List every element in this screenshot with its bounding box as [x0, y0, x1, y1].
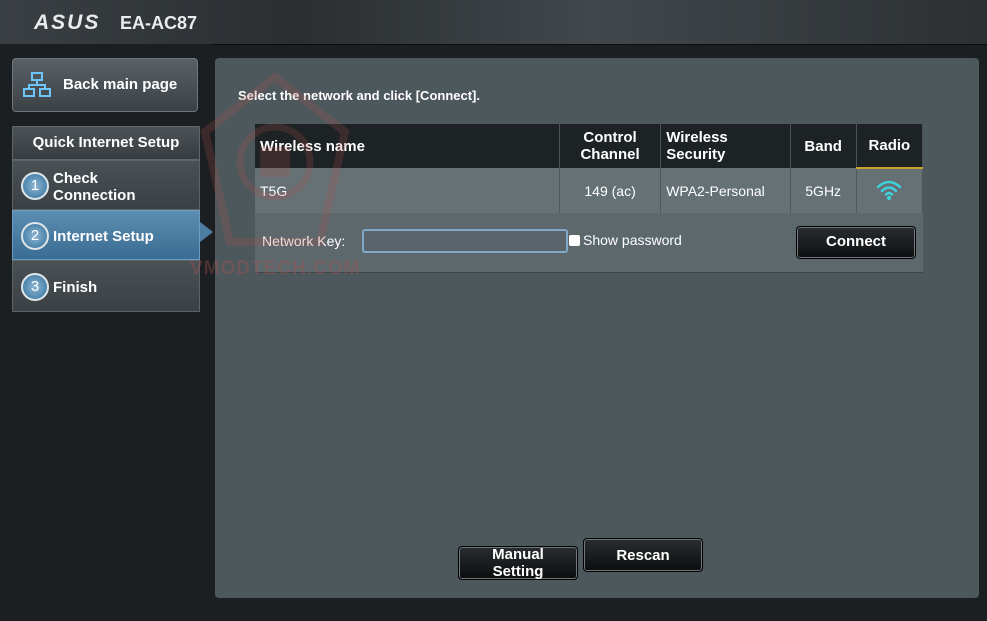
rescan-button[interactable]: Rescan: [583, 538, 703, 572]
watermark-logo: [200, 72, 350, 246]
col-band: Band: [790, 124, 857, 168]
wifi-signal-icon: [877, 180, 902, 200]
model-name: EA-AC87: [120, 13, 198, 33]
network-icon: [23, 72, 51, 97]
cell-channel: 149 (ac): [559, 168, 662, 213]
col-radio: Radio: [856, 124, 924, 169]
step-number-2: 2: [21, 222, 49, 250]
network-table: Wireless name Control Channel Wireless S…: [255, 124, 924, 213]
table-row[interactable]: T5G 149 (ac) WPA2-Personal 5GHz: [255, 168, 924, 213]
col-control-channel: Control Channel: [559, 124, 662, 168]
connect-button[interactable]: Connect: [796, 226, 916, 259]
step-check-connection[interactable]: 1 Check Connection: [12, 160, 200, 210]
quick-setup-title: Quick Internet Setup: [12, 126, 200, 160]
network-key-input[interactable]: [362, 229, 568, 253]
manual-setting-button[interactable]: Manual Setting: [458, 546, 578, 580]
manual-setting-label: Manual Setting: [492, 546, 544, 580]
step-number-1: 1: [21, 172, 49, 200]
back-main-page-label: Back main page: [63, 76, 178, 93]
sidebar: Back main page Quick Internet Setup 1 Ch…: [0, 44, 213, 621]
cell-radio: [856, 168, 924, 213]
step-label: Finish: [53, 279, 98, 296]
show-password-label[interactable]: Show password: [583, 232, 682, 248]
back-main-page-button[interactable]: Back main page: [12, 58, 198, 112]
top-bar: ASUS EA-AC87: [0, 0, 987, 45]
watermark-text: VMODTECH.COM: [190, 258, 361, 279]
step-number-3: 3: [21, 273, 49, 301]
table-header-row: Wireless name Control Channel Wireless S…: [255, 124, 924, 169]
step-finish[interactable]: 3 Finish: [12, 260, 200, 312]
cell-band: 5GHz: [790, 168, 857, 213]
step-label: Check Connection: [53, 170, 136, 204]
asus-logo: ASUS: [34, 11, 101, 34]
step-label: Internet Setup: [53, 228, 154, 245]
show-password-checkbox[interactable]: [569, 235, 580, 246]
step-internet-setup[interactable]: 2 Internet Setup: [12, 210, 200, 260]
col-wireless-security: Wireless Security: [660, 124, 791, 168]
cell-security: WPA2-Personal: [660, 168, 791, 213]
